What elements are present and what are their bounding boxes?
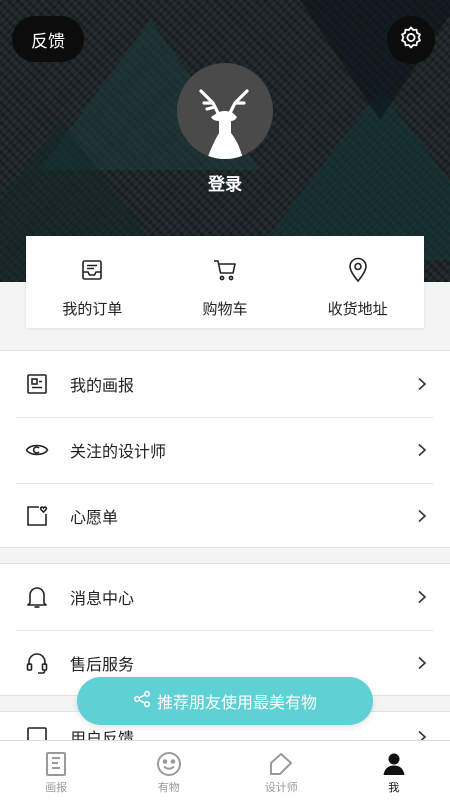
chevron-right-icon <box>418 377 427 391</box>
menu-item-message-center[interactable]: 消息中心 <box>0 564 450 630</box>
quick-action-label: 收货地址 <box>327 300 388 318</box>
tab-designer[interactable]: 设计师 <box>225 741 338 800</box>
chevron-right-icon <box>418 656 427 670</box>
document-icon <box>25 372 49 396</box>
recommend-friends-label: 推荐朋友使用最美有物 <box>156 693 317 712</box>
menu-item-my-magazine[interactable]: 我的画报 <box>0 351 450 417</box>
menu-item-followed-designers[interactable]: 关注的设计师 <box>0 417 450 483</box>
quick-action-label: 我的订单 <box>62 300 123 318</box>
menu-item-label: 我的画报 <box>70 376 135 395</box>
menu-item-label: 关注的设计师 <box>70 442 167 461</box>
bell-icon <box>25 585 49 609</box>
cart-icon <box>212 256 238 284</box>
chevron-right-icon <box>418 590 427 604</box>
bottom-tab-bar: 画报 有物 设计师 我 <box>0 740 450 800</box>
order-inbox-icon <box>80 256 104 284</box>
settings-gear-icon <box>398 25 424 55</box>
login-link[interactable]: 登录 <box>0 170 450 195</box>
chevron-right-icon <box>418 509 427 523</box>
headset-icon <box>25 651 49 675</box>
menu-item-label: 售后服务 <box>70 655 135 674</box>
eye-icon <box>25 438 49 462</box>
quick-action-label: 购物车 <box>202 300 248 318</box>
shipping-address-button[interactable]: 收货地址 <box>291 236 424 328</box>
wishlist-heart-icon <box>25 504 49 528</box>
person-icon <box>381 751 407 777</box>
header-pattern <box>300 0 450 120</box>
location-pin-icon <box>347 256 369 284</box>
tab-magazine[interactable]: 画报 <box>0 741 113 800</box>
tab-label: 设计师 <box>264 781 298 794</box>
menu-item-label: 消息中心 <box>70 589 135 608</box>
magazine-icon <box>44 751 68 777</box>
avatar[interactable] <box>177 63 273 159</box>
share-icon <box>133 690 151 712</box>
menu-item-wishlist[interactable]: 心愿单 <box>0 483 450 549</box>
tab-me[interactable]: 我 <box>338 741 450 800</box>
tab-label: 画报 <box>45 781 68 794</box>
recommend-friends-button[interactable]: 推荐朋友使用最美有物 <box>77 677 373 725</box>
menu-group-content: 我的画报 关注的设计师 心愿单 <box>0 350 450 548</box>
tab-goods[interactable]: 有物 <box>113 741 226 800</box>
feedback-button[interactable]: 反馈 <box>12 16 84 62</box>
pencil-house-icon <box>268 751 294 777</box>
smiley-icon <box>156 751 182 777</box>
tab-label: 我 <box>388 781 400 794</box>
my-orders-button[interactable]: 我的订单 <box>26 236 159 328</box>
tab-label: 有物 <box>157 781 180 794</box>
menu-item-label: 心愿单 <box>70 508 119 527</box>
quick-actions-card: 我的订单 购物车 收货地址 <box>26 236 424 328</box>
settings-button[interactable] <box>387 16 435 64</box>
chevron-right-icon <box>418 443 427 457</box>
cart-button[interactable]: 购物车 <box>159 236 292 328</box>
feedback-button-label: 反馈 <box>31 31 65 52</box>
